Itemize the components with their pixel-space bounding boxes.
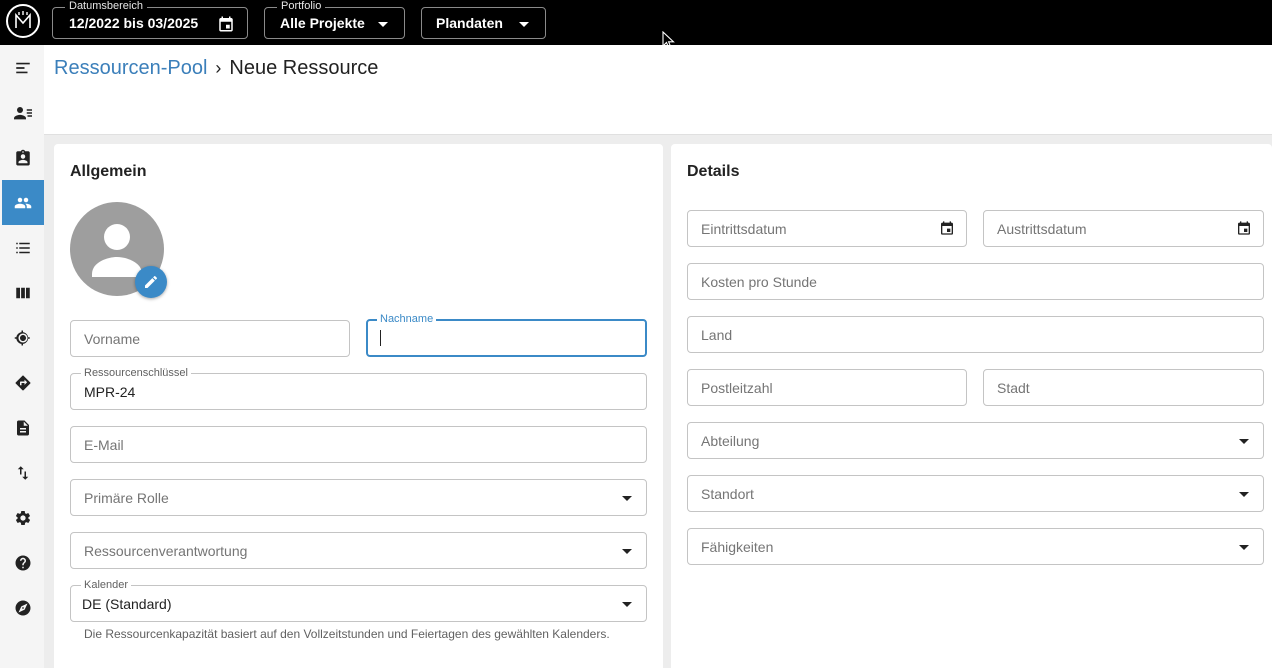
cost-per-hour-placeholder: Kosten pro Stunde	[701, 274, 817, 290]
compass-icon	[15, 600, 31, 615]
lastname-field[interactable]: Nachname	[366, 313, 647, 357]
country-placeholder: Land	[701, 327, 733, 343]
date-range-picker[interactable]: Datumsbereich 12/2022 bis 03/2025	[52, 0, 248, 39]
date-range-value: 12/2022 bis 03/2025	[69, 15, 199, 31]
details-card: Details Eintrittsdatum Austrittsdatum Ko…	[671, 144, 1272, 668]
location-placeholder: Standort	[701, 486, 754, 502]
target-icon	[14, 330, 30, 345]
email-field[interactable]: E-Mail	[70, 426, 647, 463]
top-bar: Datumsbereich 12/2022 bis 03/2025 Portfo…	[0, 0, 1272, 50]
firstname-placeholder: Vorname	[84, 331, 141, 347]
main-content: Ressourcen-Pool › Neue Ressource Allgeme…	[44, 45, 1272, 668]
country-field[interactable]: Land	[687, 316, 1264, 353]
zip-placeholder: Postleitzahl	[701, 380, 773, 396]
portfolio-value: Alle Projekte	[280, 15, 365, 31]
clipboard-person-icon	[16, 149, 30, 165]
email-placeholder: E-Mail	[84, 437, 124, 453]
exit-date-field[interactable]: Austrittsdatum	[983, 210, 1264, 247]
chevron-down-icon	[378, 22, 388, 27]
plan-data-value: Plandaten	[436, 15, 503, 31]
skills-select[interactable]: Fähigkeiten	[687, 528, 1264, 565]
sidebar-item-board[interactable]	[2, 270, 44, 315]
people-icon	[14, 197, 32, 208]
general-card: Allgemein Vorname Nachname Ressourcensch…	[54, 144, 663, 668]
responsibility-select[interactable]: Ressourcenverantwortung	[70, 532, 647, 569]
resource-key-value: MPR-24	[84, 384, 136, 400]
calendar-value: DE (Standard)	[82, 596, 172, 612]
primary-role-placeholder: Primäre Rolle	[84, 490, 169, 506]
sidebar-item-help[interactable]	[2, 540, 44, 585]
resource-key-field[interactable]: Ressourcenschlüssel MPR-24	[70, 367, 647, 410]
sidebar-item-resources[interactable]	[2, 180, 44, 225]
chevron-down-icon	[1239, 439, 1249, 444]
calendar-select[interactable]: Kalender DE (Standard)	[70, 579, 647, 622]
zip-field[interactable]: Postleitzahl	[687, 369, 967, 406]
sidebar-item-transfer[interactable]	[2, 450, 44, 495]
calendar-label: Kalender	[81, 579, 132, 591]
sidebar-item-list[interactable]	[2, 225, 44, 270]
edit-avatar-button[interactable]	[135, 266, 167, 298]
chevron-down-icon	[519, 22, 529, 27]
entry-date-placeholder: Eintrittsdatum	[701, 221, 787, 237]
primary-role-select[interactable]: Primäre Rolle	[70, 479, 647, 516]
help-icon	[15, 555, 31, 570]
sidebar-item-settings[interactable]	[2, 495, 44, 540]
resource-key-label: Ressourcenschlüssel	[81, 367, 191, 379]
portfolio-select[interactable]: Portfolio Alle Projekte	[264, 0, 405, 39]
sidebar-item-explore[interactable]	[2, 585, 44, 630]
sidebar-item-assignments[interactable]	[2, 135, 44, 180]
firstname-field[interactable]: Vorname	[70, 320, 350, 357]
department-placeholder: Abteilung	[701, 433, 760, 449]
breadcrumb-resource-pool-link[interactable]: Ressourcen-Pool	[54, 57, 207, 80]
app-logo[interactable]	[6, 4, 40, 38]
directions-icon	[15, 375, 31, 390]
department-select[interactable]: Abteilung	[687, 422, 1264, 459]
sidebar-item-directions[interactable]	[2, 360, 44, 405]
sidebar-item-documents[interactable]	[2, 405, 44, 450]
portfolio-label: Portfolio	[277, 0, 326, 13]
person-list-icon	[14, 106, 32, 119]
menu-icon	[16, 62, 30, 73]
breadcrumb-separator: ›	[215, 58, 222, 78]
gear-icon	[15, 510, 31, 525]
chevron-down-icon	[1239, 492, 1249, 497]
text-caret	[380, 330, 381, 346]
calendar-icon[interactable]	[939, 220, 955, 236]
chevron-down-icon	[1239, 545, 1249, 550]
list-icon	[16, 242, 30, 253]
calendar-icon[interactable]	[217, 15, 235, 33]
responsibility-placeholder: Ressourcenverantwortung	[84, 543, 248, 559]
document-icon	[17, 420, 29, 435]
sidebar-item-focus[interactable]	[2, 315, 44, 360]
logo-icon	[15, 11, 31, 28]
sidebar	[0, 45, 44, 668]
chevron-down-icon	[622, 602, 632, 607]
exit-date-placeholder: Austrittsdatum	[997, 221, 1087, 237]
city-placeholder: Stadt	[997, 380, 1030, 396]
location-select[interactable]: Standort	[687, 475, 1264, 512]
cost-per-hour-field[interactable]: Kosten pro Stunde	[687, 263, 1264, 300]
chevron-down-icon	[622, 496, 632, 501]
city-field[interactable]: Stadt	[983, 369, 1264, 406]
swap-vert-icon	[17, 465, 29, 480]
pencil-icon	[145, 276, 157, 288]
calendar-helper-text: Die Ressourcenkapazität basiert auf den …	[84, 627, 610, 641]
date-range-label: Datumsbereich	[65, 0, 147, 13]
calendar-icon[interactable]	[1236, 220, 1252, 236]
breadcrumb: Ressourcen-Pool › Neue Ressource	[54, 57, 378, 80]
columns-icon	[16, 287, 30, 298]
page-title: Neue Ressource	[229, 57, 379, 79]
skills-placeholder: Fähigkeiten	[701, 539, 774, 555]
sidebar-item-menu[interactable]	[2, 45, 44, 90]
general-title: Allgemein	[70, 163, 147, 180]
plan-data-select[interactable]: Plandaten	[421, 7, 546, 39]
lastname-label: Nachname	[377, 313, 437, 325]
sidebar-item-persons[interactable]	[2, 90, 44, 135]
page-header: Ressourcen-Pool › Neue Ressource	[44, 45, 1272, 135]
entry-date-field[interactable]: Eintrittsdatum	[687, 210, 967, 247]
details-title: Details	[687, 163, 740, 180]
chevron-down-icon	[622, 549, 632, 554]
